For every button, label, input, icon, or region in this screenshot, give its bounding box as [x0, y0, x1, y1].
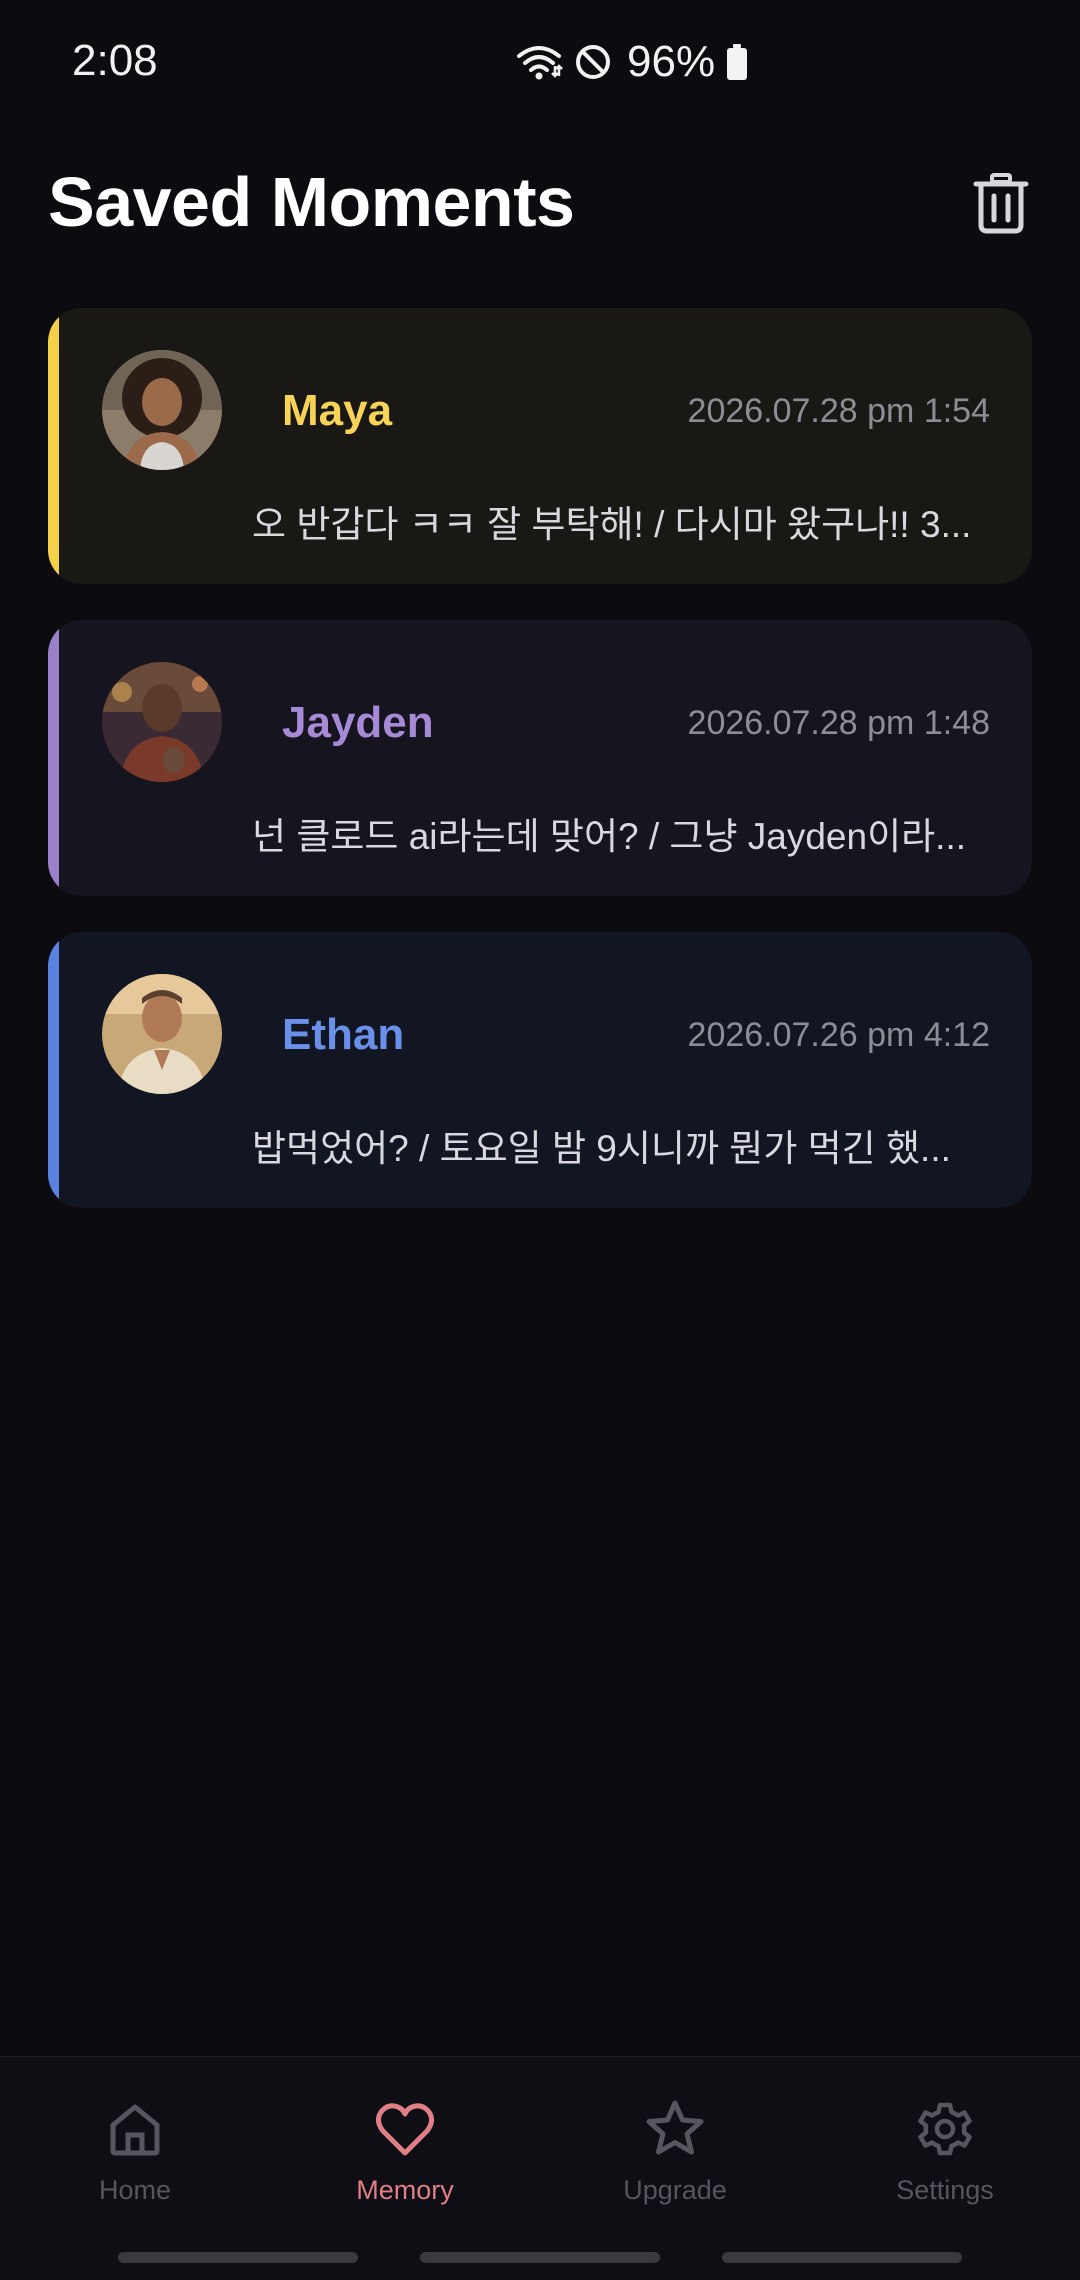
- moments-list: Maya 2026.07.28 pm 1:54 오 반갑다 ㅋㅋ 잘 부탁해! …: [48, 308, 1032, 1244]
- avatar: [102, 350, 222, 470]
- status-time: 2:08: [72, 36, 158, 85]
- character-name: Ethan: [282, 1010, 405, 1059]
- heart-icon: [375, 2103, 435, 2156]
- status-bar: 2:08 96%: [0, 0, 1080, 125]
- status-icons: 96%: [515, 36, 749, 88]
- message-preview: 넌 클로드 ai라는데 맞어? / 그냥 Jayden이라...: [252, 816, 967, 857]
- nav-label: Settings: [896, 2175, 994, 2205]
- avatar: [102, 662, 222, 782]
- home-icon: [110, 2104, 160, 2156]
- card-accent: [48, 932, 59, 1208]
- gesture-handle-center[interactable]: [420, 2252, 660, 2263]
- message-preview: 밥먹었어? / 토요일 밤 9시니까 뭔가 먹긴 했...: [252, 1128, 951, 1169]
- do-not-disturb-icon: [573, 42, 613, 82]
- page-title: Saved Moments: [48, 163, 575, 241]
- character-name: Jayden: [282, 698, 434, 747]
- delete-all-button[interactable]: [966, 166, 1036, 240]
- battery-percentage: 96%: [627, 37, 716, 86]
- wifi-icon: [515, 42, 563, 82]
- gesture-handle-right[interactable]: [722, 2252, 962, 2263]
- star-icon: [646, 2100, 704, 2155]
- timestamp: 2026.07.28 pm 1:54: [687, 392, 990, 430]
- timestamp: 2026.07.26 pm 4:12: [687, 1016, 990, 1054]
- bottom-nav: Home Memory Upgrade Settings: [0, 2056, 1080, 2280]
- moment-card[interactable]: Maya 2026.07.28 pm 1:54 오 반갑다 ㅋㅋ 잘 부탁해! …: [48, 308, 1032, 584]
- nav-label: Home: [98, 2175, 172, 2205]
- nav-label: Upgrade: [623, 2175, 727, 2205]
- card-accent: [48, 308, 59, 584]
- character-name: Maya: [282, 386, 393, 435]
- nav-memory[interactable]: Memory: [270, 2079, 540, 2229]
- gesture-handle-left[interactable]: [118, 2252, 358, 2263]
- nav-label: Memory: [356, 2175, 454, 2205]
- card-accent: [48, 620, 59, 896]
- avatar: [102, 974, 222, 1094]
- message-preview: 오 반갑다 ㅋㅋ 잘 부탁해! / 다시마 왔구나!! 3...: [252, 504, 972, 545]
- moment-card[interactable]: Jayden 2026.07.28 pm 1:48 넌 클로드 ai라는데 맞어…: [48, 620, 1032, 896]
- gear-icon: [918, 2102, 972, 2156]
- battery-icon: [725, 42, 749, 82]
- moment-card[interactable]: Ethan 2026.07.26 pm 4:12 밥먹었어? / 토요일 밤 9…: [48, 932, 1032, 1208]
- screen: 2:08 96% Saved Moments Maya 2026.07.28 p…: [0, 0, 1080, 2280]
- nav-home[interactable]: Home: [0, 2079, 270, 2229]
- nav-upgrade[interactable]: Upgrade: [540, 2079, 810, 2229]
- trash-icon: [973, 173, 1029, 234]
- nav-settings[interactable]: Settings: [810, 2079, 1080, 2229]
- timestamp: 2026.07.28 pm 1:48: [687, 704, 990, 742]
